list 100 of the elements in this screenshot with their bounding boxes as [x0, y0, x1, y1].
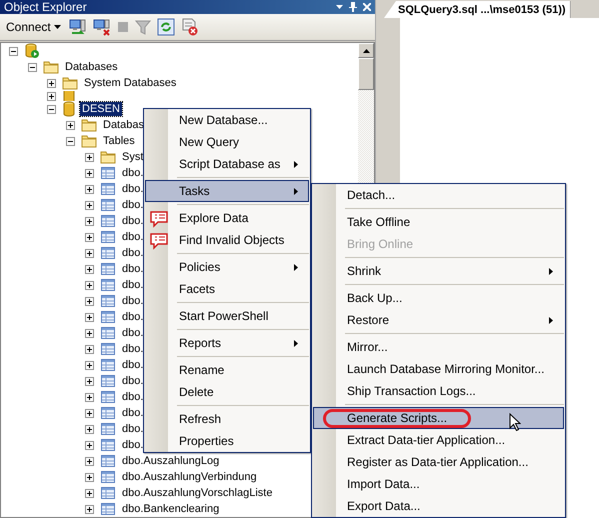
expand-toggle[interactable] — [85, 456, 94, 466]
expand-toggle[interactable] — [85, 216, 94, 226]
menu-item[interactable]: Find Invalid Objects — [145, 229, 309, 251]
tree-item[interactable]: dbo. — [120, 198, 146, 212]
expand-toggle[interactable] — [47, 92, 56, 100]
close-icon[interactable] — [363, 3, 371, 11]
tree-item[interactable]: dbo. — [120, 310, 146, 324]
expand-toggle[interactable] — [85, 408, 94, 418]
menu-item[interactable]: Reports — [145, 332, 309, 354]
expand-toggle[interactable] — [85, 392, 94, 402]
dropdown-icon[interactable] — [336, 5, 343, 9]
expand-toggle[interactable] — [85, 312, 94, 322]
pin-icon[interactable] — [349, 2, 357, 12]
menu-item[interactable]: Export Data... — [313, 495, 564, 517]
menu-item[interactable]: New Database... — [145, 109, 309, 131]
menu-item[interactable]: Restore — [313, 309, 564, 331]
collapse-toggle[interactable] — [47, 104, 56, 114]
expand-toggle[interactable] — [85, 472, 94, 482]
document-tab[interactable]: SQLQuery3.sql ...\mse0153 (51)) — [384, 1, 571, 18]
tree-item[interactable]: dbo.Bankenclearing — [120, 502, 222, 516]
tree-item[interactable]: dbo. — [120, 294, 146, 308]
tree-item[interactable]: dbo. — [120, 246, 146, 260]
tree-item[interactable]: dbo. — [120, 422, 146, 436]
menu-item[interactable]: Back Up... — [313, 287, 564, 309]
tree-item[interactable]: Databases — [63, 60, 120, 74]
expand-toggle[interactable] — [85, 296, 94, 306]
table-icon — [100, 262, 116, 276]
tree-item[interactable]: Databas — [101, 118, 146, 132]
monitor-connect-icon[interactable] — [68, 18, 87, 36]
menu-item[interactable]: Shrink — [313, 260, 564, 282]
tree-item[interactable]: dbo. — [120, 278, 146, 292]
expand-toggle[interactable] — [85, 200, 94, 210]
scrollbar-thumb[interactable] — [358, 58, 374, 90]
tree-item[interactable]: dbo. — [120, 166, 146, 180]
tree-item[interactable]: dbo. — [120, 182, 146, 196]
tree-item[interactable]: dbo.AuszahlungVorschlagListe — [120, 486, 274, 500]
tree-item[interactable]: dbo. — [120, 390, 146, 404]
menu-item[interactable]: Script Database as — [145, 153, 309, 175]
expand-toggle[interactable] — [85, 152, 94, 162]
collapse-toggle[interactable] — [28, 62, 37, 72]
menu-item[interactable]: Register as Data-tier Application... — [313, 451, 564, 473]
menu-item[interactable]: Rename — [145, 359, 309, 381]
expand-toggle[interactable] — [85, 264, 94, 274]
expand-toggle[interactable] — [85, 488, 94, 498]
tree-item[interactable]: dbo. — [120, 374, 146, 388]
expand-toggle[interactable] — [47, 78, 56, 88]
tree-item[interactable]: dbo. — [120, 326, 146, 340]
tree-item[interactable]: dbo. — [120, 214, 146, 228]
tree-item[interactable]: dbo. — [120, 358, 146, 372]
tree-item[interactable]: dbo. — [120, 406, 146, 420]
expand-toggle[interactable] — [85, 168, 94, 178]
menu-item[interactable]: Generate Scripts... — [313, 407, 564, 429]
folder-icon — [62, 76, 78, 90]
menu-item[interactable]: Refresh — [145, 408, 309, 430]
tree-item[interactable]: dbo. — [120, 262, 146, 276]
expand-toggle[interactable] — [85, 184, 94, 194]
document-delete-icon[interactable] — [180, 18, 199, 36]
tree-item[interactable]: dbo.AuszahlungLog — [120, 454, 222, 468]
expand-toggle[interactable] — [66, 120, 75, 130]
menu-item[interactable]: Launch Database Mirroring Monitor... — [313, 358, 564, 380]
expand-toggle[interactable] — [85, 360, 94, 370]
menu-item[interactable]: Properties — [145, 430, 309, 452]
expand-toggle[interactable] — [85, 376, 94, 386]
menu-item[interactable]: Detach... — [313, 184, 564, 206]
tree-item[interactable]: dbo. — [120, 342, 146, 356]
connect-button[interactable]: Connect — [4, 20, 63, 34]
menu-item[interactable]: Explore Data — [145, 207, 309, 229]
tree-item[interactable]: Syst — [120, 150, 146, 164]
menu-item[interactable]: Facets — [145, 278, 309, 300]
collapse-toggle[interactable] — [66, 136, 75, 146]
tree-item[interactable]: System Databases — [82, 76, 178, 90]
expand-toggle[interactable] — [85, 504, 94, 514]
tree-item[interactable]: dbo. — [120, 438, 146, 452]
menu-item[interactable]: Extract Data-tier Application... — [313, 429, 564, 451]
up-arrow-icon — [362, 48, 370, 52]
expand-toggle[interactable] — [85, 328, 94, 338]
tree-item[interactable]: DESEN — [80, 102, 122, 116]
collapse-toggle[interactable] — [9, 46, 18, 56]
cursor-icon — [509, 413, 521, 431]
scroll-up-button[interactable] — [358, 43, 374, 58]
menu-item[interactable]: Delete — [145, 381, 309, 403]
menu-item[interactable]: Ship Transaction Logs... — [313, 380, 564, 402]
expand-toggle[interactable] — [85, 440, 94, 450]
expand-toggle[interactable] — [85, 232, 94, 242]
menu-item[interactable]: Policies — [145, 256, 309, 278]
menu-item[interactable]: Import Data... — [313, 473, 564, 495]
menu-item[interactable]: Mirror... — [313, 336, 564, 358]
refresh-icon[interactable] — [156, 18, 175, 36]
tree-item[interactable]: Tables — [101, 134, 137, 148]
expand-toggle[interactable] — [85, 424, 94, 434]
menu-item[interactable]: New Query — [145, 131, 309, 153]
menu-item[interactable]: Tasks — [145, 180, 309, 202]
expand-toggle[interactable] — [85, 248, 94, 258]
menu-item[interactable]: Take Offline — [313, 211, 564, 233]
menu-item[interactable]: Start PowerShell — [145, 305, 309, 327]
expand-toggle[interactable] — [85, 344, 94, 354]
tree-item[interactable]: dbo.AuszahlungVerbindung — [120, 470, 259, 484]
expand-toggle[interactable] — [85, 280, 94, 290]
tree-item[interactable]: dbo. — [120, 230, 146, 244]
monitor-disconnect-icon[interactable] — [92, 18, 111, 36]
